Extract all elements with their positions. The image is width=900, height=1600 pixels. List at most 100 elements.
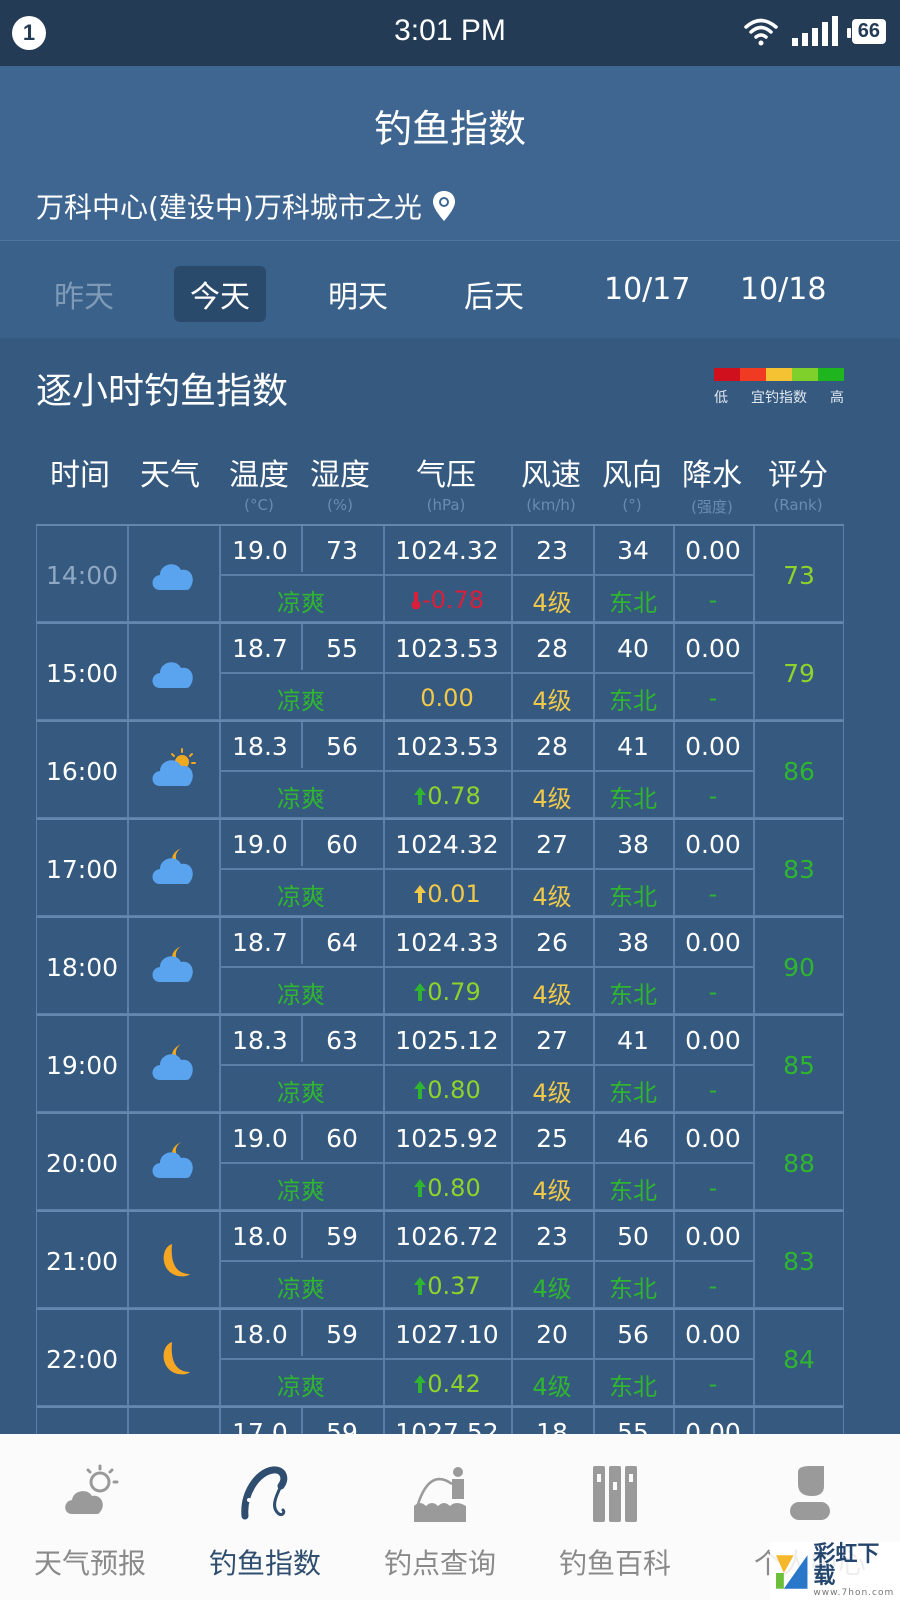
row-wind-level: 4级 (532, 1274, 572, 1303)
location-label: 万科中心(建设中)万科城市之光 (36, 191, 422, 224)
location-selector[interactable]: 万科中心(建设中)万科城市之光 (36, 186, 456, 226)
pressure-change-value: 0.37 (427, 1272, 481, 1300)
row-humidity: 56 (326, 731, 358, 761)
col-header-temp: 温度 (229, 458, 289, 493)
row-feel: 凉爽 (277, 686, 325, 715)
pressure-change-value: 0.80 (427, 1076, 481, 1104)
row-feel: 凉爽 (277, 784, 325, 813)
bottom-tab-bar: 天气预报 钓鱼指数 钓点查询 钓鱼百科 彩虹下载 www.7hon.com (0, 1434, 900, 1600)
row-pressure-change: 0.37 (383, 1262, 511, 1310)
row-precip-desc: - (708, 1076, 718, 1104)
col-header-wind-dir: 风向 (602, 458, 662, 493)
row-precip-desc: - (708, 1174, 718, 1202)
legend-swatch (792, 368, 818, 381)
row-pressure: 1024.32 (395, 829, 499, 859)
col-header-humidity: 湿度 (310, 458, 370, 493)
row-wind-direction-name: 东北 (609, 882, 657, 911)
row-precip-desc: - (708, 1272, 718, 1300)
row-feel: 凉爽 (277, 1078, 325, 1107)
table-row[interactable]: 21:00 18.0 59 1026.72 23 50 0.00 凉爽 0.37 4级 东北 - 83 (36, 1210, 844, 1308)
row-weather (127, 1114, 219, 1212)
legend-color-bar (714, 368, 844, 381)
table-row[interactable]: 18:00 18.7 64 1024.33 26 38 0.00 凉爽 0.79 4级 东北 - 90 (36, 916, 844, 1014)
pressure-change-value: -0.78 (421, 586, 485, 614)
tab-date-1018[interactable]: 10/18 (724, 266, 842, 313)
col-header-precip: 降水 (682, 458, 742, 493)
section-title: 逐小时钓鱼指数 (36, 371, 289, 412)
row-pressure: 1026.72 (395, 1221, 499, 1251)
table-row[interactable]: 17:00 19.0 60 1024.32 27 38 0.00 凉爽 0.01 4级 东北 - 83 (36, 818, 844, 916)
row-time: 19:00 (45, 1050, 119, 1080)
row-score: 84 (783, 1344, 815, 1374)
tab-date-1017[interactable]: 10/17 (588, 266, 706, 313)
row-precipitation: 0.00 (685, 731, 741, 761)
tab-day-after-tomorrow[interactable]: 后天 (448, 266, 540, 322)
row-precipitation: 0.00 (685, 535, 741, 565)
table-row[interactable]: 14:00 19.0 73 1024.32 23 34 0.00 凉爽 -0.78 4级 东北 - 73 (36, 524, 844, 622)
tab-fishing-index[interactable]: 钓鱼指数 (175, 1434, 355, 1600)
index-legend: 低 宜钓指数 高 (714, 368, 844, 407)
tab-fishing-spot[interactable]: 钓点查询 (350, 1434, 530, 1600)
legend-swatch (766, 368, 792, 381)
status-bar: 1 3:01 PM 66 (0, 0, 900, 66)
user-icon (790, 1466, 830, 1520)
row-pressure: 1025.92 (395, 1123, 499, 1153)
signal-icon (791, 16, 838, 46)
row-time: 17:00 (45, 854, 119, 884)
table-row[interactable]: 19:00 18.3 63 1025.12 27 41 0.00 凉爽 0.80 4级 东北 - 85 (36, 1014, 844, 1112)
tab-tomorrow[interactable]: 明天 (312, 266, 404, 322)
row-temperature: 18.0 (232, 1319, 288, 1349)
row-wind-direction-name: 东北 (609, 588, 657, 617)
tab-today[interactable]: 今天 (174, 266, 266, 322)
row-wind-speed: 23 (536, 1221, 568, 1251)
pressure-change-value: 0.79 (427, 978, 481, 1006)
row-weather (127, 624, 219, 722)
day-tabs: 昨天 今天 明天 后天 10/17 10/18 (0, 240, 900, 338)
legend-swatch (818, 368, 844, 381)
row-temperature: 19.0 (232, 1123, 288, 1153)
row-wind-direction: 41 (617, 1025, 649, 1055)
tab-yesterday[interactable]: 昨天 (38, 266, 130, 322)
row-wind-direction-name: 东北 (609, 1176, 657, 1205)
legend-swatch (714, 368, 740, 381)
weather-icon (65, 1464, 119, 1514)
header: 钓鱼指数 万科中心(建设中)万科城市之光 (0, 66, 900, 240)
row-wind-direction: 50 (617, 1221, 649, 1251)
row-wind-direction-name: 东北 (609, 1078, 657, 1107)
watermark: 彩虹下载 www.7hon.com (770, 1542, 900, 1600)
row-pressure-change: 0.78 (383, 772, 511, 820)
row-temperature: 18.7 (232, 927, 288, 957)
row-precip-desc: - (708, 1370, 718, 1398)
table-row[interactable]: 22:00 18.0 59 1027.10 20 56 0.00 凉爽 0.42 4级 东北 - 84 (36, 1308, 844, 1406)
table-row[interactable]: 16:00 18.3 56 1023.53 28 41 0.00 凉爽 0.78 4级 东北 - 86 (36, 720, 844, 818)
arrow-up-icon (414, 787, 427, 805)
arrow-up-icon (414, 1375, 427, 1393)
pressure-change-value: 0.78 (427, 782, 481, 810)
row-feel: 凉爽 (277, 882, 325, 911)
row-wind-speed: 27 (536, 1025, 568, 1055)
tab-weather-forecast[interactable]: 天气预报 (0, 1434, 180, 1600)
row-score: 90 (783, 952, 815, 982)
row-pressure-change: 0.00 (383, 674, 511, 722)
pressure-change-value: 0.00 (420, 684, 474, 712)
row-pressure-change: -0.78 (383, 576, 511, 624)
encyclopedia-icon (593, 1466, 637, 1522)
tab-label: 天气预报 (33, 1547, 146, 1580)
col-header-wind-speed: 风速 (521, 458, 581, 493)
table-row[interactable]: 20:00 19.0 60 1025.92 25 46 0.00 凉爽 0.80 4级 东北 - 88 (36, 1112, 844, 1210)
row-wind-level: 4级 (532, 1372, 572, 1401)
row-wind-level: 4级 (532, 980, 572, 1009)
col-header-score: 评分 (768, 458, 828, 493)
moon-icon (163, 1342, 190, 1375)
tab-label: 钓鱼百科 (558, 1547, 671, 1580)
row-weather (127, 1310, 219, 1408)
partly-cloudy-day-icon (152, 748, 196, 786)
tab-fishing-encyclopedia[interactable]: 钓鱼百科 (525, 1434, 705, 1600)
row-wind-level: 4级 (532, 686, 572, 715)
table-row[interactable]: 15:00 18.7 55 1023.53 28 40 0.00 凉爽 0.00 4级 东北 - 79 (36, 622, 844, 720)
row-feel: 凉爽 (277, 588, 325, 617)
row-wind-direction: 46 (617, 1123, 649, 1153)
location-pin-icon (432, 191, 455, 221)
row-weather (127, 918, 219, 1016)
row-weather (127, 1212, 219, 1310)
